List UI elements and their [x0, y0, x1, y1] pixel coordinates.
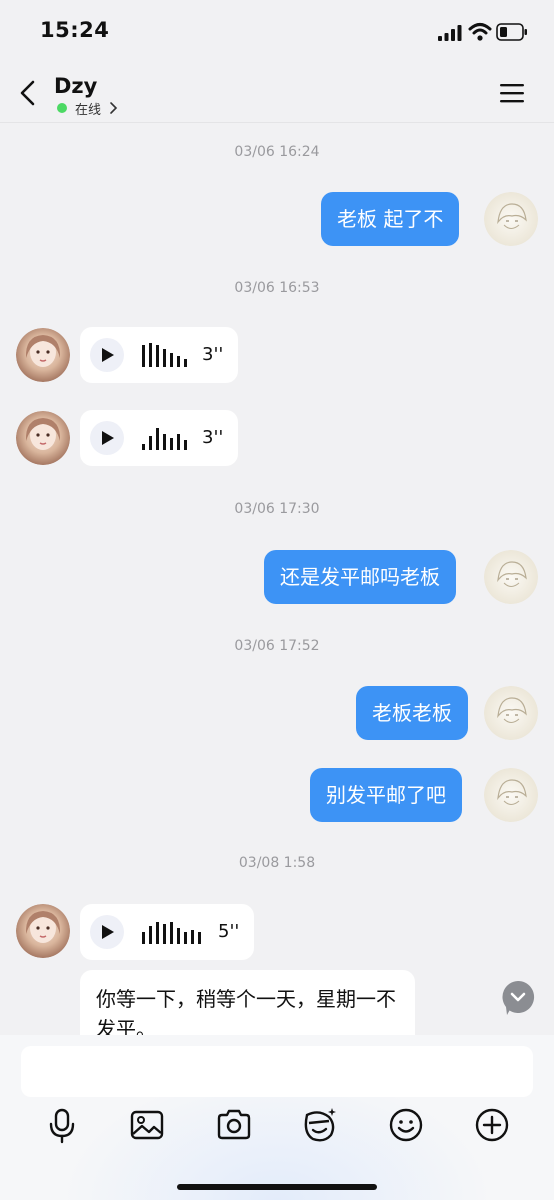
composer-area: [0, 1035, 554, 1200]
contact-avatar[interactable]: [16, 328, 70, 382]
home-indicator: [177, 1184, 377, 1190]
my-avatar[interactable]: [484, 192, 538, 246]
timestamp: 03/06 16:53: [234, 280, 320, 296]
outgoing-text-bubble[interactable]: 别发平邮了吧: [310, 768, 462, 822]
scroll-down-icon[interactable]: [501, 980, 535, 1016]
voice-duration: 3'': [202, 427, 224, 448]
emoji-icon[interactable]: [386, 1105, 426, 1145]
contact-avatar[interactable]: [16, 904, 70, 958]
status-bar: 15:24: [0, 0, 554, 66]
presence-label[interactable]: 在线: [75, 99, 101, 118]
outgoing-text-bubble[interactable]: 老板 起了不: [321, 192, 460, 246]
voice-message[interactable]: 5'': [80, 904, 254, 960]
play-icon: [102, 348, 114, 362]
voice-message[interactable]: 3'': [80, 410, 238, 466]
timestamp: 03/06 16:24: [234, 144, 320, 160]
waveform-icon: [142, 343, 187, 367]
play-button[interactable]: [90, 338, 124, 372]
timestamp: 03/06 17:52: [234, 638, 320, 654]
my-avatar[interactable]: [484, 768, 538, 822]
my-avatar[interactable]: [484, 686, 538, 740]
play-icon: [102, 431, 114, 445]
menu-icon[interactable]: [498, 80, 526, 106]
play-icon: [102, 925, 114, 939]
timestamp: 03/06 17:30: [234, 501, 320, 517]
battery-icon: [496, 23, 527, 41]
my-avatar[interactable]: [484, 550, 538, 604]
waveform-icon: [142, 922, 201, 944]
plus-icon[interactable]: [472, 1105, 512, 1145]
chevron-right-icon[interactable]: [108, 101, 118, 115]
online-status-dot: [57, 103, 67, 113]
play-button[interactable]: [90, 421, 124, 455]
waveform-icon: [142, 428, 187, 450]
status-time: 15:24: [40, 18, 110, 42]
timestamp: 03/08 1:58: [238, 855, 316, 871]
camera-icon[interactable]: [214, 1105, 254, 1145]
voice-duration: 3'': [202, 344, 224, 365]
message-input[interactable]: [21, 1046, 533, 1097]
voice-duration: 5'': [218, 921, 240, 942]
outgoing-text-bubble[interactable]: 老板老板: [356, 686, 468, 740]
wifi-icon: [468, 23, 492, 41]
outgoing-text-bubble[interactable]: 还是发平邮吗老板: [264, 550, 456, 604]
contact-name[interactable]: Dzy: [54, 74, 97, 98]
play-button[interactable]: [90, 915, 124, 949]
contact-avatar[interactable]: [16, 411, 70, 465]
back-chevron-icon[interactable]: [16, 78, 42, 108]
chat-header: Dzy 在线: [0, 66, 554, 123]
image-icon[interactable]: [127, 1105, 167, 1145]
mic-icon[interactable]: [42, 1105, 82, 1145]
signal-icon: [438, 25, 462, 41]
voice-message[interactable]: 3'': [80, 327, 238, 383]
sticker-icon[interactable]: [299, 1105, 339, 1145]
